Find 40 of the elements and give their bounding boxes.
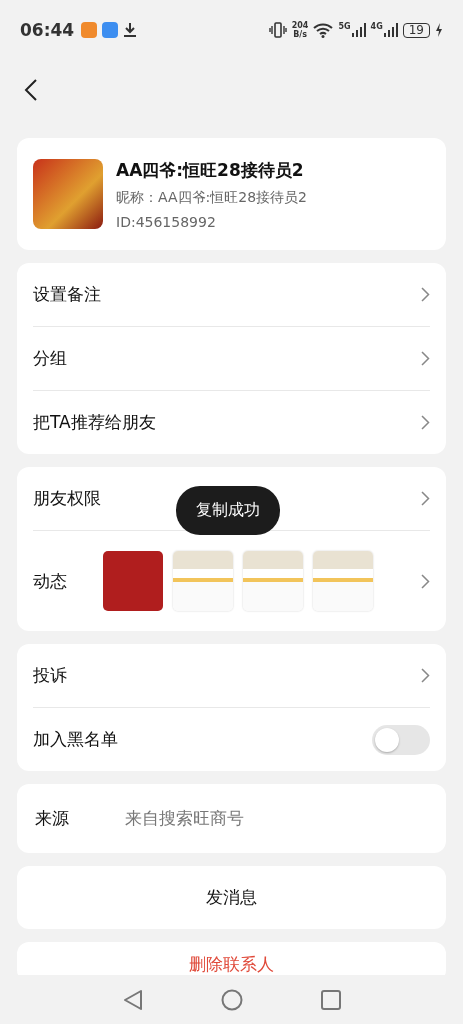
source-value: 来自搜索旺商号 <box>125 807 244 830</box>
battery-level: 19 <box>402 22 430 38</box>
chevron-icon <box>421 415 430 430</box>
wifi-icon <box>313 22 334 38</box>
settings-item[interactable]: 分组 <box>33 347 67 370</box>
user-id: ID:456158992 <box>116 213 217 230</box>
avatar-image <box>33 159 103 229</box>
network-speed: 204 B/s <box>291 21 309 39</box>
home-nav-icon[interactable] <box>220 988 243 1011</box>
signal-icon <box>383 23 398 37</box>
moment-thumbnail <box>313 551 373 611</box>
network-type: 4G <box>370 22 383 31</box>
settings-item[interactable]: 朋友权限 <box>33 487 101 510</box>
status-time: 06:44 <box>20 20 75 40</box>
chevron-icon <box>421 491 430 506</box>
chevron-icon <box>421 351 430 366</box>
toast-message: 复制成功 <box>176 486 280 535</box>
back-nav-icon[interactable] <box>122 988 143 1011</box>
chevron-icon <box>421 573 430 589</box>
recents-nav-icon[interactable] <box>320 989 341 1010</box>
blacklist-label: 加入黑名单 <box>33 728 118 751</box>
vibrate-icon <box>268 22 287 38</box>
download-icon <box>123 22 138 38</box>
settings-item[interactable]: 把TA推荐给朋友 <box>33 411 156 434</box>
send-message-button[interactable]: 发消息 <box>17 866 446 929</box>
settings-item[interactable]: 设置备注 <box>33 283 101 306</box>
settings-item[interactable]: 投诉 <box>33 664 67 687</box>
blacklist-toggle[interactable] <box>372 724 430 755</box>
back-icon[interactable] <box>24 79 38 101</box>
moment-thumbnail <box>173 551 233 611</box>
moment-thumbnail <box>103 551 163 611</box>
delete-contact-button[interactable]: 删除联系人 <box>17 942 446 975</box>
contact-name: AA四爷:恒旺28接待员2 <box>116 158 305 182</box>
chevron-icon <box>421 668 430 683</box>
chevron-icon <box>421 287 430 302</box>
signal-icon <box>351 23 366 37</box>
source-label: 来源 <box>34 807 70 830</box>
nickname: 昵称：AA四爷:恒旺28接待员2 <box>116 188 307 207</box>
moment-thumbnail <box>243 551 303 611</box>
network-type: 5G <box>338 22 351 31</box>
